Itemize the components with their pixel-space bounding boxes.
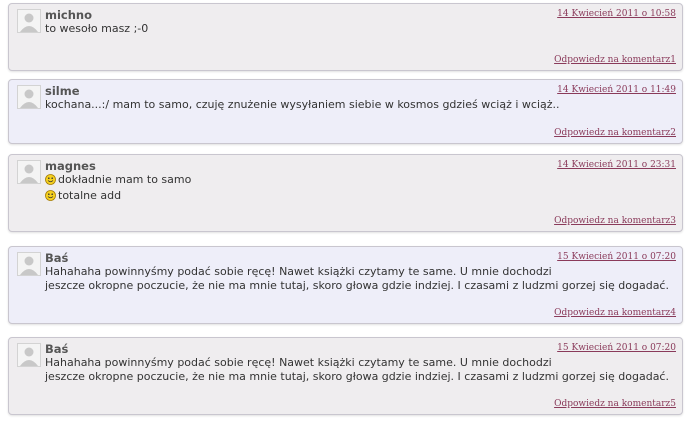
- comment-item: magnes 14 Kwiecień 2011 o 23:31 dokładni…: [8, 154, 683, 232]
- comment-text: jeszcze okropne poczucie, że nie ma mnie…: [45, 279, 669, 292]
- comment-text: jeszcze okropne poczucie, że nie ma mnie…: [45, 370, 669, 383]
- comment-date-link[interactable]: 14 Kwiecień 2011 o 23:31: [557, 160, 676, 170]
- reply-link[interactable]: Odpowiedz na komentarz1: [554, 55, 676, 65]
- comment-text-line: dokładnie mam to samo: [45, 173, 191, 189]
- comment-text: totalne add: [58, 189, 122, 202]
- avatar-icon: [17, 160, 41, 184]
- comment-author: Baś: [45, 342, 69, 356]
- comment-text: to wesoło masz ;-0: [45, 22, 149, 35]
- comment-item: michno 14 Kwiecień 2011 o 10:58 to wesoł…: [8, 3, 683, 71]
- reply-link[interactable]: Odpowiedz na komentarz2: [554, 128, 676, 138]
- comment-author: Baś: [45, 251, 69, 265]
- comment-date-link[interactable]: 14 Kwiecień 2011 o 11:49: [557, 85, 676, 95]
- comment-item: Baś 15 Kwiecień 2011 o 07:20 Hahahaha po…: [8, 246, 683, 324]
- comment-date-link[interactable]: 14 Kwiecień 2011 o 10:58: [557, 9, 676, 19]
- comment-author: silme: [45, 84, 80, 98]
- avatar-icon: [17, 85, 41, 109]
- avatar-icon: [17, 9, 41, 33]
- comment-body: dokładnie mam to samo totalne add: [45, 173, 191, 205]
- comment-text: Hahahaha powinnyśmy podać sobie ręcę! Na…: [45, 265, 552, 278]
- comment-text: dokładnie mam to samo: [58, 173, 192, 186]
- comment-author: magnes: [45, 159, 96, 173]
- comment-text-line: totalne add: [45, 189, 191, 205]
- reply-link[interactable]: Odpowiedz na komentarz3: [554, 216, 676, 226]
- smiley-icon: [45, 174, 56, 189]
- comment-body: to wesoło masz ;-0: [45, 22, 148, 36]
- comment-list: michno 14 Kwiecień 2011 o 10:58 to wesoł…: [0, 0, 695, 430]
- comment-date-link[interactable]: 15 Kwiecień 2011 o 07:20: [557, 343, 676, 353]
- comment-body: kochana...:/ mam to samo, czuję znużenie…: [45, 98, 560, 112]
- smiley-icon: [45, 190, 56, 205]
- comment-item: silme 14 Kwiecień 2011 o 11:49 kochana..…: [8, 79, 683, 144]
- comment-text: kochana...:/ mam to samo, czuję znużenie…: [45, 98, 560, 111]
- comment-body: Hahahaha powinnyśmy podać sobie ręcę! Na…: [45, 356, 669, 384]
- reply-link[interactable]: Odpowiedz na komentarz5: [554, 399, 676, 409]
- comment-author: michno: [45, 8, 93, 22]
- comment-date-link[interactable]: 15 Kwiecień 2011 o 07:20: [557, 252, 676, 262]
- reply-link[interactable]: Odpowiedz na komentarz4: [554, 308, 676, 318]
- avatar-icon: [17, 252, 41, 276]
- comment-text: Hahahaha powinnyśmy podać sobie ręcę! Na…: [45, 356, 552, 369]
- avatar-icon: [17, 343, 41, 367]
- comment-item: Baś 15 Kwiecień 2011 o 07:20 Hahahaha po…: [8, 337, 683, 415]
- comment-body: Hahahaha powinnyśmy podać sobie ręcę! Na…: [45, 265, 669, 293]
